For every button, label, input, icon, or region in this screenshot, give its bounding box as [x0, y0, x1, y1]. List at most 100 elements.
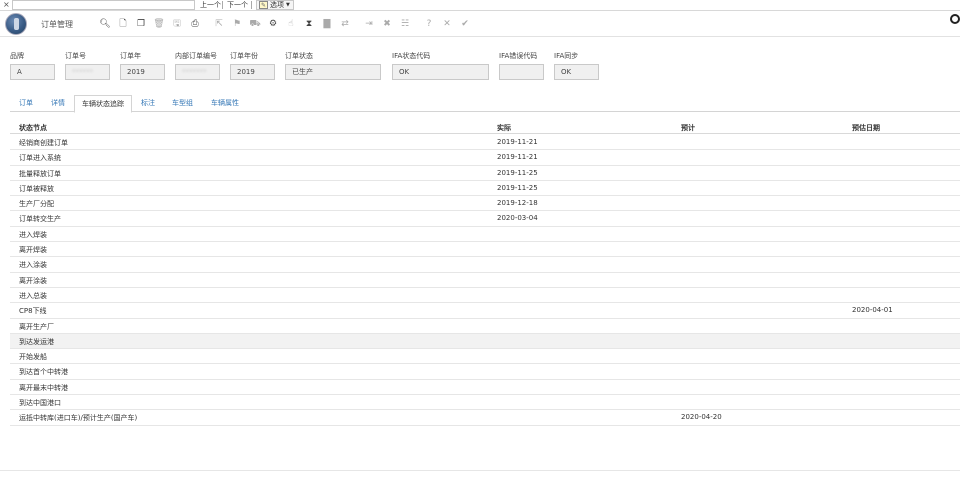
nav-divider — [251, 1, 252, 9]
order-year-part-input[interactable]: 2019 — [230, 64, 275, 80]
table-row[interactable]: 离开焊装 — [10, 242, 960, 258]
delete-icon[interactable]: 🗑︎ — [150, 17, 168, 31]
table-row[interactable]: 离开最末中转港 — [10, 380, 960, 396]
table-row[interactable]: 运抵中转库(进口车)/预计生产(国产车) 2020-04-20 — [10, 410, 960, 426]
table-row[interactable]: 到达中国港口 — [10, 395, 960, 411]
import-icon[interactable]: ⇥ — [360, 17, 378, 31]
table-row[interactable]: 订单转交生产 2020-03-04 — [10, 211, 960, 227]
table-row[interactable]: 进入总装 — [10, 288, 960, 304]
footer-divider — [0, 470, 960, 471]
table-header: 状态节点 实际 预计 预估日期 — [10, 120, 960, 134]
hourglass-icon[interactable]: ⧗ — [300, 17, 318, 31]
status-node: 离开最末中转港 — [19, 383, 68, 392]
status-node: 离开涂装 — [19, 276, 47, 285]
table-row-selected[interactable]: 到达发运港 — [10, 333, 960, 350]
status-node: 批量释放订单 — [19, 169, 61, 178]
options-dropdown[interactable]: ✎ 选项 ▼ — [256, 0, 294, 10]
app-header: 订单管理 🔍︎ 🗋︎ ❐ 🗑︎ 🖫︎ ⎙ ⇱ ⚑ ⛟ ⚙ ☝ ⧗ ▇ ⇄ ⇥ ✖… — [0, 11, 960, 37]
field-order-status: 订单状态 已生产 — [285, 50, 381, 80]
cart-icon[interactable]: ☵ — [396, 17, 414, 31]
check-icon[interactable]: ✔ — [456, 17, 474, 31]
toolbar: 🔍︎ 🗋︎ ❐ 🗑︎ 🖫︎ ⎙ ⇱ ⚑ ⛟ ⚙ ☝ ⧗ ▇ ⇄ ⇥ ✖ ☵ ? … — [96, 17, 474, 31]
tab-model-group[interactable]: 车型组 — [172, 95, 193, 112]
status-node: 进入涂装 — [19, 261, 47, 270]
export-icon[interactable]: ⇱ — [210, 17, 228, 31]
nav-divider — [222, 1, 223, 9]
field-ifa-status: IFA状态代码 OK — [392, 50, 489, 80]
chart-icon[interactable]: ▇ — [318, 17, 336, 31]
actual-date: 2019-11-21 — [497, 153, 538, 162]
table-row[interactable]: 生产厂分配 2019-12-18 — [10, 196, 960, 212]
table-row[interactable]: 订单被释放 2019-11-25 — [10, 181, 960, 197]
print-icon[interactable]: ⎙ — [186, 17, 204, 31]
nav-input-box[interactable] — [12, 0, 195, 10]
status-node: 订单转交生产 — [19, 215, 61, 224]
order-status-input[interactable]: 已生产 — [285, 64, 381, 80]
status-node: 离开生产厂 — [19, 322, 54, 331]
table-row[interactable]: 开始发船 — [10, 349, 960, 365]
internal-no-input[interactable]: ******* — [175, 64, 220, 80]
table-body: 经销商创建订单 2019-11-21 订单进入系统 2019-11-21 批量释放订… — [10, 135, 960, 426]
tab-notes[interactable]: 标注 — [141, 95, 155, 112]
field-label: IFA同步 — [554, 52, 579, 60]
field-label: IFA错误代码 — [499, 52, 538, 60]
column-header-status-node: 状态节点 — [19, 124, 47, 132]
tab-vehicle-attributes[interactable]: 车辆属性 — [211, 95, 239, 112]
ifa-sync-input[interactable]: OK — [554, 64, 599, 80]
copy-icon[interactable]: ❐ — [132, 17, 150, 31]
help-icon[interactable]: ? — [420, 17, 438, 31]
save-icon[interactable]: 🖫︎ — [168, 17, 186, 31]
forecast-date: 2020-04-01 — [852, 306, 893, 315]
status-node: 进入总装 — [19, 291, 47, 300]
status-node: 离开焊装 — [19, 246, 47, 255]
table-row[interactable]: CP8下线 2020-04-01 — [10, 303, 960, 319]
status-node: CP8下线 — [19, 307, 47, 316]
field-label: 品牌 — [10, 52, 24, 60]
status-node: 到达发运港 — [19, 337, 54, 346]
cancel-icon[interactable]: ✖ — [378, 17, 396, 31]
truck-icon[interactable]: ⛟ — [246, 17, 264, 31]
table-row[interactable]: 经销商创建订单 2019-11-21 — [10, 135, 960, 151]
table-row[interactable]: 离开涂装 — [10, 273, 960, 288]
brand-input[interactable]: A — [10, 64, 55, 80]
status-node: 生产厂分配 — [19, 200, 54, 209]
new-document-icon[interactable]: 🗋︎ — [114, 17, 132, 31]
like-icon[interactable]: ☝ — [282, 17, 300, 31]
brand-logo — [948, 13, 960, 33]
column-header-estimated: 预计 — [681, 124, 695, 132]
settings-icon[interactable]: ⚙ — [264, 17, 282, 31]
next-link[interactable]: 下一个 — [227, 0, 248, 10]
table-row[interactable]: 批量释放订单 2019-11-25 — [10, 166, 960, 181]
ifa-error-input[interactable] — [499, 64, 544, 80]
ifa-status-input[interactable]: OK — [392, 64, 489, 80]
search-icon[interactable]: 🔍︎ — [96, 17, 114, 31]
field-order-no: 订单号 ****** — [65, 50, 110, 80]
prev-link[interactable]: 上一个 — [200, 0, 221, 10]
tab-order[interactable]: 订单 — [19, 95, 33, 112]
field-internal-no: 内部订单编号 ******* — [175, 50, 220, 80]
status-node: 开始发船 — [19, 353, 47, 362]
actual-date: 2019-11-25 — [497, 168, 538, 177]
table-row[interactable]: 进入焊装 — [10, 227, 960, 243]
status-node: 订单被释放 — [19, 184, 54, 193]
field-brand: 品牌 A — [10, 50, 55, 80]
flag-icon[interactable]: ⚑ — [228, 17, 246, 31]
close-tab-icon[interactable]: × — [3, 0, 10, 10]
internal-no-value: ******* — [182, 68, 207, 76]
table-row[interactable]: 到达首个中转港 — [10, 364, 960, 380]
order-no-input[interactable]: ****** — [65, 64, 110, 80]
tab-details[interactable]: 详情 — [51, 95, 65, 112]
swap-icon[interactable]: ⇄ — [336, 17, 354, 31]
status-node: 到达首个中转港 — [19, 368, 68, 377]
table-row[interactable]: 进入涂装 — [10, 257, 960, 273]
table-row[interactable]: 离开生产厂 — [10, 319, 960, 334]
status-node: 运抵中转库(进口车)/预计生产(国产车) — [19, 414, 138, 423]
tab-vehicle-tracking[interactable]: 车辆状态追踪 — [74, 95, 132, 113]
order-year-input[interactable]: 2019 — [120, 64, 165, 80]
brand-ring — [950, 14, 960, 24]
table-row[interactable]: 订单进入系统 2019-11-21 — [10, 150, 960, 166]
status-node: 订单进入系统 — [19, 154, 61, 163]
close-icon[interactable]: ✕ — [438, 17, 456, 31]
field-label: 订单号 — [65, 52, 86, 60]
field-order-year: 订单年 2019 — [120, 50, 165, 80]
